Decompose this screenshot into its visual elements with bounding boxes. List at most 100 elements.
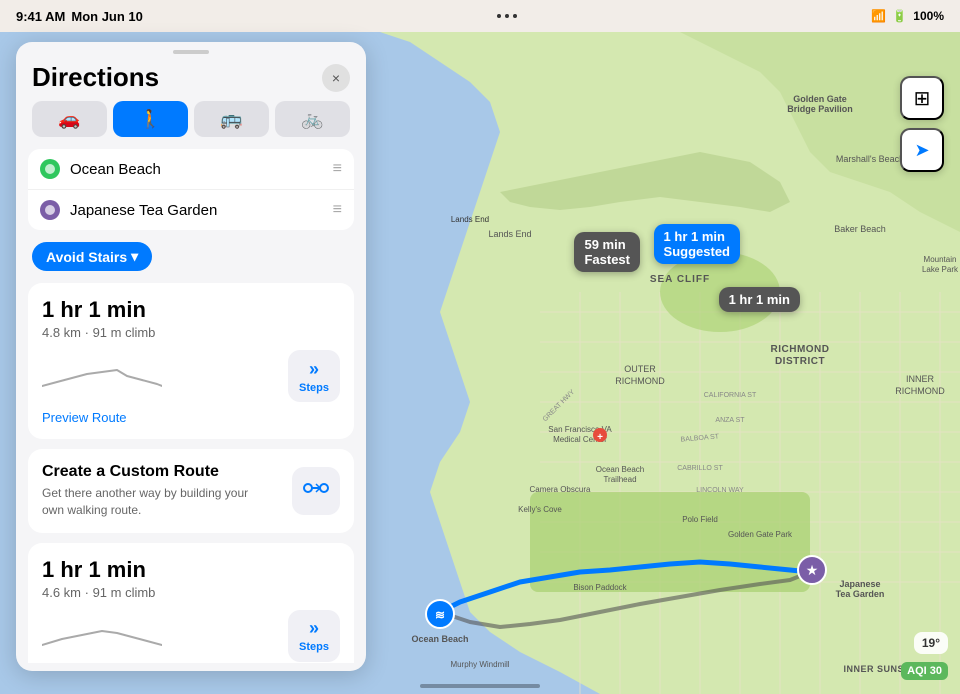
waypoint-end-row[interactable]: Japanese Tea Garden ≡ bbox=[28, 190, 354, 230]
svg-text:Marshall's Beach: Marshall's Beach bbox=[836, 154, 904, 164]
svg-text:Bison Paddock: Bison Paddock bbox=[573, 583, 627, 592]
avoid-stairs-label: Avoid Stairs bbox=[46, 249, 127, 265]
avoid-chevron-icon: ▾ bbox=[131, 248, 138, 265]
custom-route-title: Create a Custom Route bbox=[42, 463, 262, 481]
svg-text:Murphy Windmill: Murphy Windmill bbox=[450, 660, 509, 669]
close-icon: × bbox=[332, 70, 340, 86]
route1-steps-button[interactable]: » Steps bbox=[288, 350, 340, 402]
waypoint-end-reorder-icon: ≡ bbox=[333, 201, 342, 219]
battery-icon: 🔋 bbox=[892, 9, 907, 23]
callout-suggested-time: 1 hr 1 min bbox=[664, 229, 725, 244]
callout-alt-time: 1 hr 1 min bbox=[729, 292, 790, 307]
steps2-chevron-icon: » bbox=[309, 618, 319, 639]
status-bar-center bbox=[497, 14, 517, 18]
svg-text:≋: ≋ bbox=[435, 608, 445, 622]
svg-text:LINCOLN WAY: LINCOLN WAY bbox=[696, 487, 744, 494]
walk-icon: 🚶 bbox=[139, 109, 161, 130]
svg-text:OUTER: OUTER bbox=[624, 364, 656, 374]
route2-steps-button[interactable]: » Steps bbox=[288, 610, 340, 662]
custom-route-card[interactable]: Create a Custom Route Get there another … bbox=[28, 449, 354, 533]
waypoint-end-dot bbox=[40, 200, 60, 220]
filter-row: Avoid Stairs ▾ bbox=[16, 240, 366, 283]
transport-car-button[interactable]: 🚗 bbox=[32, 101, 107, 137]
close-button[interactable]: × bbox=[322, 64, 350, 92]
waypoints-list: Ocean Beach ≡ Japanese Tea Garden ≡ bbox=[28, 149, 354, 230]
temperature-badge: 19° bbox=[914, 632, 948, 654]
home-indicator bbox=[420, 684, 540, 688]
waypoint-start-row[interactable]: Ocean Beach ≡ bbox=[28, 149, 354, 190]
svg-text:★: ★ bbox=[806, 562, 819, 578]
svg-text:Ocean Beach: Ocean Beach bbox=[596, 465, 644, 474]
route2-steps-label: Steps bbox=[299, 641, 329, 653]
battery-level: 100% bbox=[913, 9, 944, 23]
aqi-value: AQI 30 bbox=[907, 665, 942, 677]
route-card-1[interactable]: 1 hr 1 min 4.8 km · 91 m climb » Steps P… bbox=[28, 283, 354, 439]
panel-handle bbox=[173, 50, 209, 54]
panel-header: Directions × bbox=[16, 58, 366, 101]
route2-details: 4.6 km · 91 m climb bbox=[42, 585, 340, 600]
directions-panel: Directions × 🚗 🚶 🚌 🚲 Ocean Beach ≡ bbox=[16, 42, 366, 671]
transport-transit-button[interactable]: 🚌 bbox=[194, 101, 269, 137]
transport-walk-button[interactable]: 🚶 bbox=[113, 101, 188, 137]
svg-text:RICHMOND: RICHMOND bbox=[895, 386, 945, 396]
route2-body: » Steps bbox=[42, 610, 340, 662]
svg-text:Baker Beach: Baker Beach bbox=[834, 224, 886, 234]
svg-text:DISTRICT: DISTRICT bbox=[775, 356, 825, 367]
route-card-2[interactable]: 1 hr 1 min 4.6 km · 91 m climb » Steps P… bbox=[28, 543, 354, 663]
route1-steps-label: Steps bbox=[299, 382, 329, 394]
transport-modes: 🚗 🚶 🚌 🚲 bbox=[16, 101, 366, 149]
svg-text:Mountain: Mountain bbox=[924, 255, 957, 264]
dot1 bbox=[497, 14, 501, 18]
transit-icon: 🚌 bbox=[220, 109, 242, 130]
routes-scroll-area[interactable]: 1 hr 1 min 4.8 km · 91 m climb » Steps P… bbox=[16, 283, 366, 663]
svg-text:Tea Garden: Tea Garden bbox=[836, 589, 885, 599]
custom-route-glyph bbox=[302, 474, 330, 508]
svg-text:INNER: INNER bbox=[906, 374, 935, 384]
dot3 bbox=[513, 14, 517, 18]
custom-route-text: Create a Custom Route Get there another … bbox=[42, 463, 262, 519]
svg-text:Polo Field: Polo Field bbox=[682, 515, 718, 524]
svg-text:Lands End: Lands End bbox=[451, 215, 489, 224]
svg-text:CABRILLO ST: CABRILLO ST bbox=[677, 465, 723, 472]
route1-time: 1 hr 1 min bbox=[42, 297, 340, 323]
callout-suggested-label: Suggested bbox=[664, 244, 730, 259]
avoid-stairs-button[interactable]: Avoid Stairs ▾ bbox=[32, 242, 152, 271]
svg-text:Golden Gate: Golden Gate bbox=[793, 94, 847, 104]
panel-title: Directions bbox=[32, 62, 159, 93]
svg-text:RICHMOND: RICHMOND bbox=[615, 376, 665, 386]
map-location-button[interactable]: ➤ bbox=[900, 128, 944, 172]
route1-body: » Steps bbox=[42, 350, 340, 402]
status-date: Mon Jun 10 bbox=[71, 9, 143, 24]
svg-text:Ocean Beach: Ocean Beach bbox=[411, 634, 468, 644]
route2-elevation bbox=[42, 617, 288, 654]
svg-text:Camera Obscura: Camera Obscura bbox=[530, 485, 591, 494]
svg-text:Lake Park: Lake Park bbox=[922, 265, 959, 274]
waypoint-start-reorder-icon: ≡ bbox=[333, 160, 342, 178]
svg-text:Lands End: Lands End bbox=[488, 229, 531, 239]
svg-text:Kelly's Cove: Kelly's Cove bbox=[518, 505, 562, 514]
route1-elevation bbox=[42, 358, 288, 395]
transport-cycle-button[interactable]: 🚲 bbox=[275, 101, 350, 137]
map-layers-button[interactable]: ⊞ bbox=[900, 76, 944, 120]
wifi-icon: 📶 bbox=[871, 9, 886, 23]
dot2 bbox=[505, 14, 509, 18]
custom-route-description: Get there another way by building your o… bbox=[42, 485, 262, 519]
temperature-value: 19° bbox=[922, 636, 940, 650]
svg-text:Golden Gate Park: Golden Gate Park bbox=[728, 530, 793, 539]
svg-text:+: + bbox=[597, 432, 603, 443]
waypoint-end-label: Japanese Tea Garden bbox=[70, 202, 323, 219]
route2-time: 1 hr 1 min bbox=[42, 557, 340, 583]
route1-preview-link[interactable]: Preview Route bbox=[42, 410, 340, 425]
callout-fastest[interactable]: 59 min Fastest bbox=[574, 232, 640, 272]
callout-suggested[interactable]: 1 hr 1 min Suggested bbox=[654, 224, 740, 264]
svg-text:RICHMOND: RICHMOND bbox=[771, 344, 830, 355]
status-bar-right: 📶 🔋 100% bbox=[871, 9, 944, 23]
callout-fastest-time: 59 min bbox=[584, 237, 625, 252]
waypoint-start-dot bbox=[40, 159, 60, 179]
status-time: 9:41 AM bbox=[16, 9, 65, 24]
svg-text:ANZA ST: ANZA ST bbox=[715, 417, 745, 424]
callout-route-alt[interactable]: 1 hr 1 min bbox=[719, 287, 800, 312]
custom-route-icon bbox=[292, 467, 340, 515]
cycle-icon: 🚲 bbox=[301, 109, 323, 130]
svg-text:CALIFORNIA ST: CALIFORNIA ST bbox=[704, 392, 757, 399]
